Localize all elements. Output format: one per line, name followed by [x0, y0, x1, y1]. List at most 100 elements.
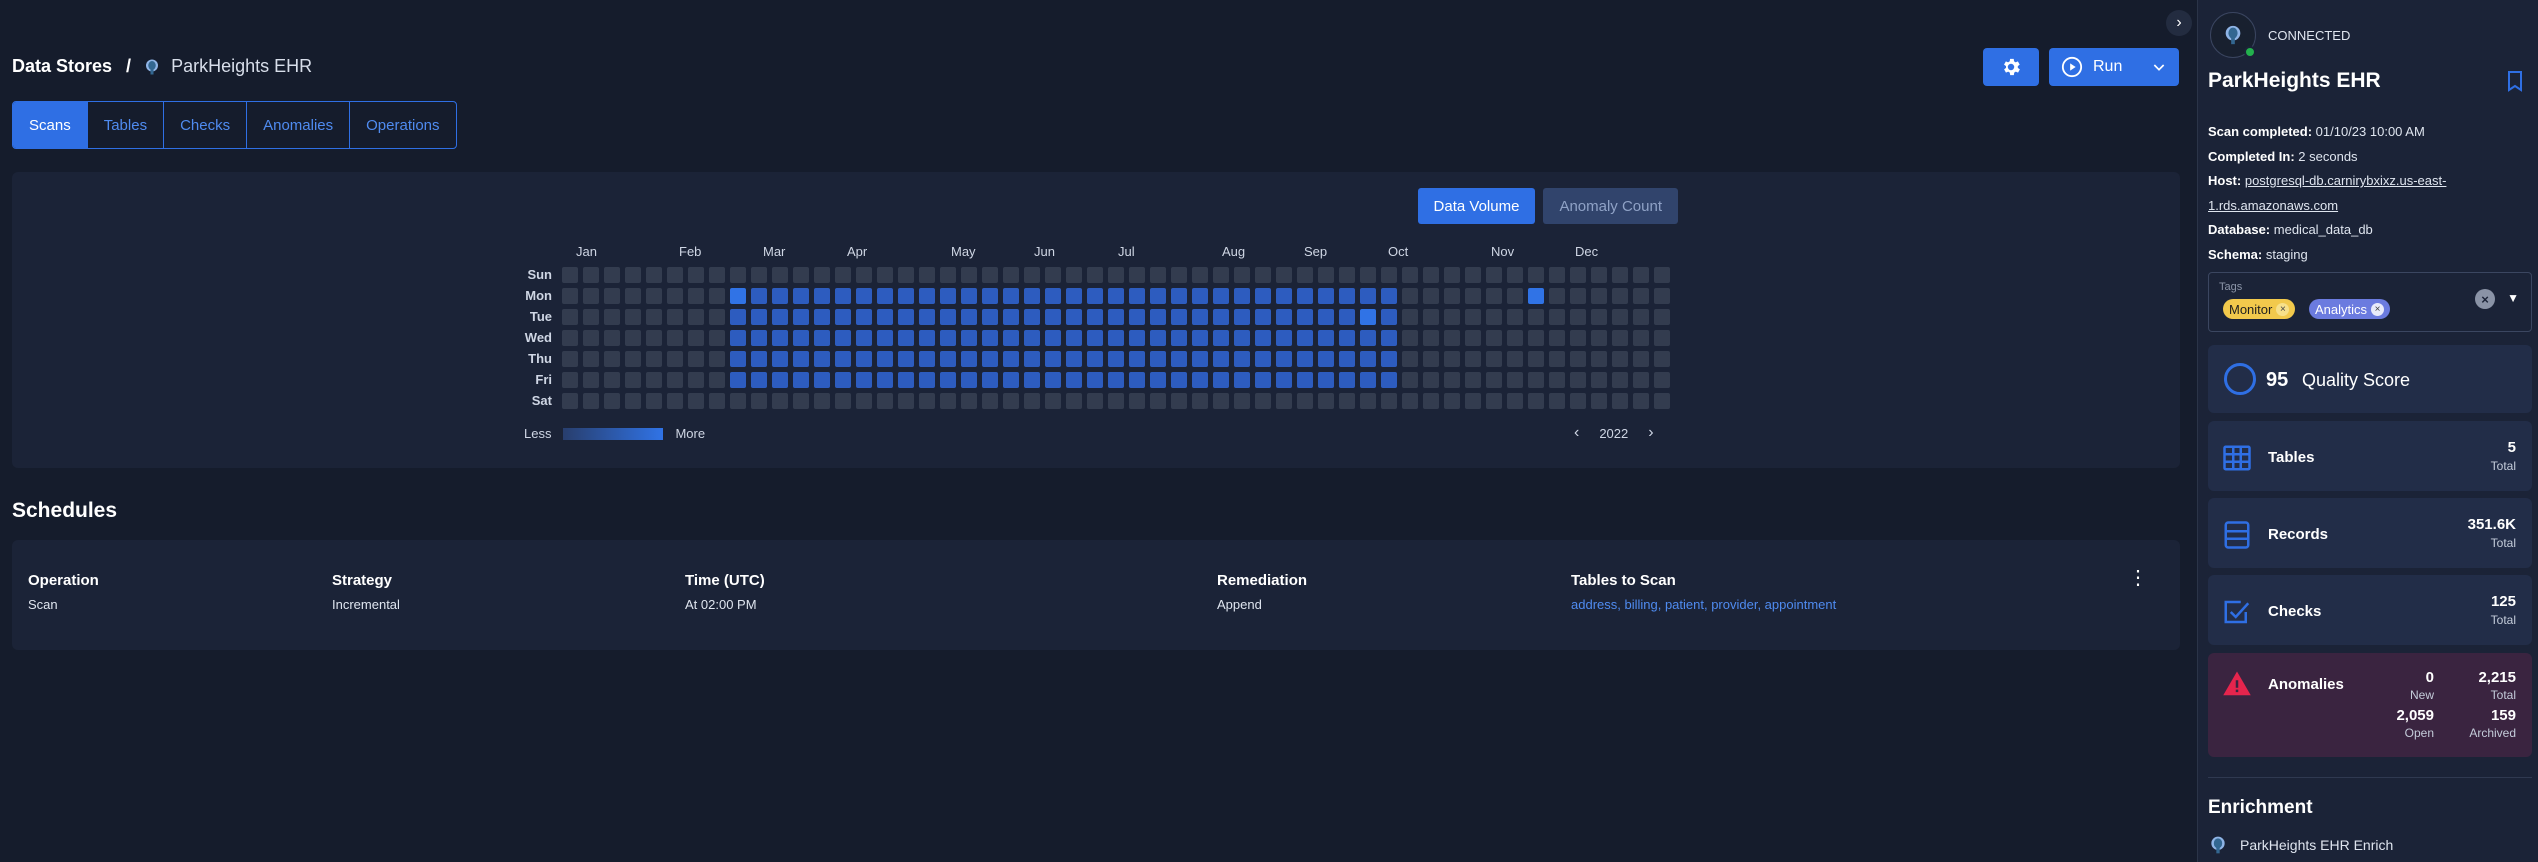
heatmap-cell[interactable] [583, 308, 599, 325]
tables-stat-card[interactable]: Tables 5 Total [2208, 421, 2532, 491]
heatmap-cell[interactable] [1276, 392, 1292, 409]
heatmap-cell[interactable] [1276, 266, 1292, 283]
chevron-right-icon[interactable]: › [1648, 424, 1653, 442]
heatmap-cell[interactable] [1507, 392, 1523, 409]
heatmap-cell[interactable] [604, 266, 620, 283]
heatmap-cell[interactable] [877, 371, 893, 388]
heatmap-cell[interactable] [751, 350, 767, 367]
heatmap-cell[interactable] [982, 392, 998, 409]
heatmap-cell[interactable] [562, 287, 578, 304]
heatmap-cell[interactable] [1423, 329, 1439, 346]
heatmap-cell[interactable] [562, 266, 578, 283]
heatmap-cell[interactable] [1633, 308, 1649, 325]
heatmap-cell[interactable] [1024, 371, 1040, 388]
heatmap-cell[interactable] [1276, 287, 1292, 304]
heatmap-cell[interactable] [961, 287, 977, 304]
close-icon[interactable]: × [2276, 302, 2290, 316]
heatmap-cell[interactable] [604, 350, 620, 367]
heatmap-cell[interactable] [919, 350, 935, 367]
heatmap-cell[interactable] [982, 287, 998, 304]
heatmap-cell[interactable] [1045, 308, 1061, 325]
heatmap-cell[interactable] [751, 287, 767, 304]
heatmap-cell[interactable] [625, 266, 641, 283]
heatmap-cell[interactable] [1423, 371, 1439, 388]
heatmap-cell[interactable] [1087, 350, 1103, 367]
heatmap-cell[interactable] [835, 308, 851, 325]
heatmap-cell[interactable] [1360, 266, 1376, 283]
heatmap-cell[interactable] [625, 371, 641, 388]
heatmap-cell[interactable] [772, 308, 788, 325]
heatmap-cell[interactable] [1465, 287, 1481, 304]
heatmap-cell[interactable] [1150, 266, 1166, 283]
records-stat-card[interactable]: Records 351.6K Total [2208, 498, 2532, 568]
tab-scans[interactable]: Scans [13, 102, 88, 148]
heatmap-cell[interactable] [772, 329, 788, 346]
heatmap-cell[interactable] [1003, 350, 1019, 367]
heatmap-cell[interactable] [1507, 287, 1523, 304]
heatmap-cell[interactable] [1255, 371, 1271, 388]
heatmap-cell[interactable] [1024, 392, 1040, 409]
heatmap-cell[interactable] [562, 308, 578, 325]
clear-tags-icon[interactable]: × [2475, 289, 2495, 309]
heatmap-cell[interactable] [709, 392, 725, 409]
heatmap-cell[interactable] [835, 392, 851, 409]
heatmap-cell[interactable] [961, 308, 977, 325]
heatmap-cell[interactable] [940, 287, 956, 304]
heatmap-cell[interactable] [898, 350, 914, 367]
tag-chip-analytics[interactable]: Analytics × [2309, 299, 2391, 319]
heatmap-cell[interactable] [772, 350, 788, 367]
heatmap-cell[interactable] [1024, 350, 1040, 367]
heatmap-cell[interactable] [1192, 350, 1208, 367]
heatmap-cell[interactable] [688, 308, 704, 325]
heatmap-cell[interactable] [898, 329, 914, 346]
heatmap-cell[interactable] [1213, 287, 1229, 304]
heatmap-cell[interactable] [1549, 266, 1565, 283]
heatmap-cell[interactable] [1654, 287, 1670, 304]
heatmap-cell[interactable] [1255, 287, 1271, 304]
heatmap-cell[interactable] [793, 266, 809, 283]
heatmap-cell[interactable] [1549, 287, 1565, 304]
heatmap-cell[interactable] [1045, 392, 1061, 409]
heatmap-cell[interactable] [646, 392, 662, 409]
heatmap-cell[interactable] [1255, 308, 1271, 325]
heatmap-cell[interactable] [1633, 392, 1649, 409]
heatmap-cell[interactable] [625, 392, 641, 409]
heatmap-cell[interactable] [982, 266, 998, 283]
heatmap-cell[interactable] [982, 308, 998, 325]
heatmap-cell[interactable] [1066, 350, 1082, 367]
heatmap-cell[interactable] [1381, 266, 1397, 283]
heatmap-cell[interactable] [1633, 329, 1649, 346]
heatmap-cell[interactable] [1024, 287, 1040, 304]
heatmap-cell[interactable] [1465, 350, 1481, 367]
heatmap-cell[interactable] [793, 329, 809, 346]
heatmap-cell[interactable] [1150, 308, 1166, 325]
heatmap-cell[interactable] [856, 308, 872, 325]
heatmap-cell[interactable] [625, 308, 641, 325]
heatmap-cell[interactable] [1339, 308, 1355, 325]
heatmap-cell[interactable] [1633, 287, 1649, 304]
heatmap-cell[interactable] [856, 371, 872, 388]
heatmap-cell[interactable] [793, 350, 809, 367]
heatmap-cell[interactable] [583, 266, 599, 283]
heatmap-cell[interactable] [1591, 392, 1607, 409]
heatmap-cell[interactable] [667, 350, 683, 367]
heatmap-cell[interactable] [1528, 392, 1544, 409]
heatmap-cell[interactable] [1108, 329, 1124, 346]
heatmap-cell[interactable] [1444, 266, 1460, 283]
heatmap-cell[interactable] [604, 329, 620, 346]
heatmap-cell[interactable] [1591, 266, 1607, 283]
anomalies-stat-card[interactable]: Anomalies 0 New 2,215 Total 2,059 Open 1… [2208, 653, 2532, 757]
heatmap-cell[interactable] [1297, 329, 1313, 346]
heatmap-cell[interactable] [982, 350, 998, 367]
heatmap-cell[interactable] [1486, 266, 1502, 283]
more-options-icon[interactable]: ⋮ [2128, 568, 2148, 588]
heatmap-cell[interactable] [1066, 287, 1082, 304]
heatmap-cell[interactable] [919, 308, 935, 325]
heatmap-cell[interactable] [667, 287, 683, 304]
heatmap-cell[interactable] [940, 371, 956, 388]
heatmap-cell[interactable] [667, 371, 683, 388]
heatmap-cell[interactable] [1150, 350, 1166, 367]
heatmap-cell[interactable] [604, 287, 620, 304]
heatmap-cell[interactable] [1234, 371, 1250, 388]
enrichment-datastore-link[interactable]: ParkHeights EHR Enrich [2208, 835, 2393, 855]
